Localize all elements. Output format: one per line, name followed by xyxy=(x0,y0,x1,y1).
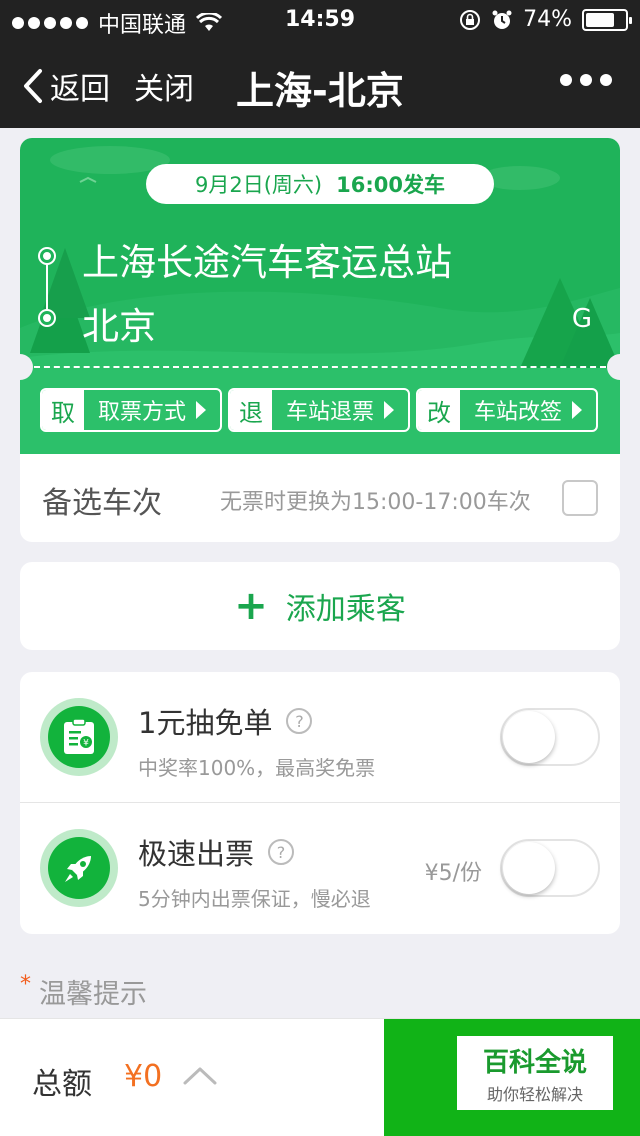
battery-icon xyxy=(582,8,632,31)
navigation-bar: 返回 关闭 上海-北京 xyxy=(0,40,640,128)
rotation-lock-icon xyxy=(460,9,481,30)
departure-time: 16:00发车 xyxy=(336,173,445,197)
close-button[interactable]: 关闭 xyxy=(134,64,194,108)
free-ticket-lottery-title: 1元抽免单 ? xyxy=(138,700,313,742)
express-description: 5分钟内出票保证，慢必退 xyxy=(138,887,371,911)
watermark-main: 百科全说 xyxy=(482,1047,587,1078)
lottery-description: 中奖率100%，最高奖免票 xyxy=(138,756,376,780)
ticket-badge: G xyxy=(571,304,592,334)
svg-text:¥: ¥ xyxy=(83,739,89,749)
express-toggle[interactable] xyxy=(500,839,600,897)
ticket-actions: 取 取票方式 退 车站退票 改 车站改签 xyxy=(40,388,598,432)
voucher-icon: ¥ xyxy=(40,698,118,776)
back-button[interactable]: 返回 xyxy=(22,64,110,108)
alarm-icon xyxy=(492,10,512,29)
status-bar: 中国联通 14:59 74% xyxy=(0,0,640,40)
origin-dot-icon xyxy=(40,249,54,263)
ticket-card: 9月2日(周六) 16:00发车 上海长途汽车客运总站 北京 G 取 取票方式 … xyxy=(20,138,620,454)
alternate-train-row: 备选车次 无票时更换为15:00-17:00车次 xyxy=(20,454,620,542)
page-title: 上海-北京 xyxy=(236,69,404,113)
services-card: ¥ 1元抽免单 ? 中奖率100%，最高奖免票 极速出票 ? 5分钟内出票保证，… xyxy=(20,672,620,934)
battery-percent: 74% xyxy=(523,7,572,32)
destination-dot-icon xyxy=(40,311,54,325)
free-ticket-lottery-row: ¥ 1元抽免单 ? 中奖率100%，最高奖免票 xyxy=(20,672,620,802)
total-value: ¥0 xyxy=(124,1059,163,1094)
ticket-divider xyxy=(34,366,606,368)
pickup-label: 取票方式 xyxy=(97,400,186,425)
change-label: 车站改签 xyxy=(473,400,562,425)
watermark-sub: 助你轻松解决 xyxy=(486,1084,583,1104)
express-price: ¥5/份 xyxy=(424,861,482,886)
change-key: 改 xyxy=(418,390,460,430)
departure-pill: 9月2日(周六) 16:00发车 xyxy=(146,164,494,204)
departure-date: 9月2日(周六) xyxy=(195,173,323,197)
chevron-up-icon[interactable] xyxy=(182,1063,218,1087)
origin-station: 上海长途汽车客运总站 xyxy=(82,241,452,284)
pickup-method-button[interactable]: 取 取票方式 xyxy=(40,388,222,432)
help-icon[interactable]: ? xyxy=(268,839,295,865)
alternate-title: 备选车次 xyxy=(42,486,162,521)
asterisk-marker: * xyxy=(20,972,31,997)
back-label: 返回 xyxy=(50,72,110,107)
status-right: 74% xyxy=(459,7,632,32)
destination-station: 北京 xyxy=(82,305,156,348)
triangle-right-icon xyxy=(196,401,206,419)
express-title-text: 极速出票 xyxy=(138,837,255,871)
refund-label: 车站退票 xyxy=(285,400,374,425)
rocket-icon xyxy=(40,829,118,907)
tips-label: 温馨提示 xyxy=(39,979,147,1010)
station-change-button[interactable]: 改 车站改签 xyxy=(416,388,598,432)
chevron-left-icon xyxy=(24,69,42,103)
warm-tips[interactable]: * 温馨提示 xyxy=(20,972,147,1011)
pickup-key: 取 xyxy=(42,390,84,430)
refund-key: 退 xyxy=(230,390,272,430)
station-refund-button[interactable]: 退 车站退票 xyxy=(228,388,410,432)
lottery-title-text: 1元抽免单 xyxy=(138,706,273,740)
alternate-checkbox[interactable] xyxy=(562,480,598,516)
watermark-logo: 百科全说 助你轻松解决 xyxy=(455,1034,615,1112)
triangle-right-icon xyxy=(384,401,394,419)
more-dots-icon[interactable] xyxy=(560,74,612,86)
help-icon[interactable]: ? xyxy=(286,708,313,734)
add-passenger-button[interactable]: + 添加乘客 xyxy=(20,562,620,650)
express-ticketing-row: 极速出票 ? 5分钟内出票保证，慢必退 ¥5/份 xyxy=(20,802,620,932)
express-ticketing-title: 极速出票 ? xyxy=(138,831,295,873)
alternate-description: 无票时更换为15:00-17:00车次 xyxy=(220,490,531,515)
lottery-toggle[interactable] xyxy=(500,708,600,766)
triangle-right-icon xyxy=(572,401,582,419)
plus-icon: + xyxy=(234,583,268,629)
total-label: 总额 xyxy=(32,1067,92,1102)
add-passenger-label: 添加乘客 xyxy=(285,592,406,627)
